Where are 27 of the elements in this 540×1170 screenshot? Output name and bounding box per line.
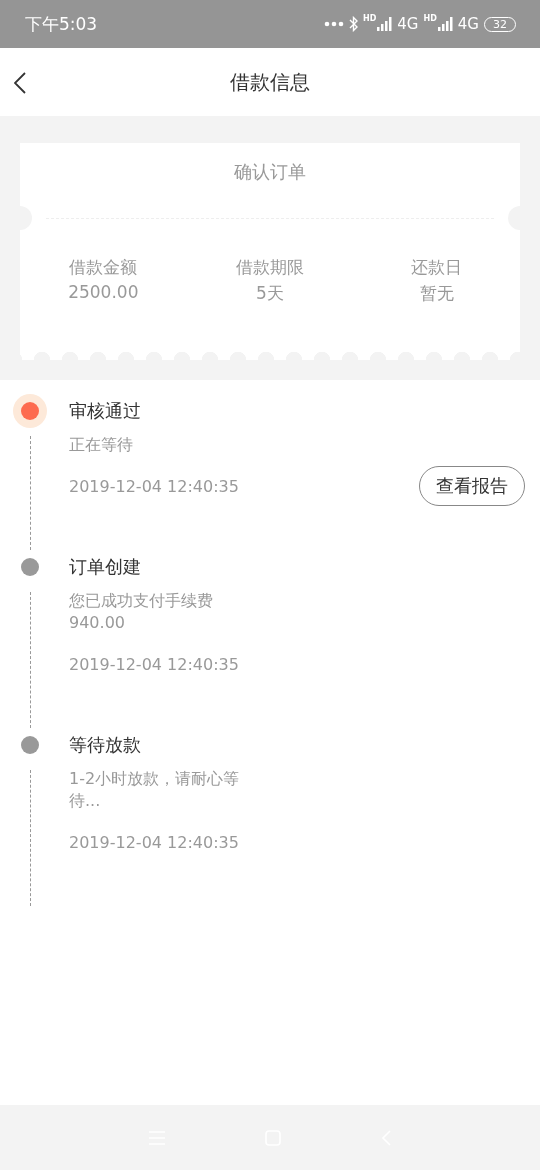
view-report-button[interactable]: 查看报告 [419, 466, 525, 506]
hd-label: HD [362, 15, 377, 23]
step-description: 您已成功支付手续费940.00 [69, 590, 214, 634]
bluetooth-icon [348, 16, 358, 32]
step-title: 订单创建 [69, 555, 142, 579]
step-time: 2019-12-04 12:40:35 [69, 654, 239, 674]
network-type: 4G [457, 15, 479, 33]
page-title: 借款信息 [230, 68, 310, 96]
step-title: 等待放款 [69, 733, 142, 757]
signal-icon [377, 17, 394, 31]
step-title: 审核通过 [69, 399, 142, 423]
step-time: 2019-12-04 12:40:35 [69, 476, 239, 496]
field-value: 5天 [256, 282, 284, 305]
field-label: 借款期限 [236, 256, 304, 279]
field-label: 还款日 [411, 256, 463, 279]
step-time: 2019-12-04 12:40:35 [69, 832, 239, 852]
field-value: 2500.00 [68, 282, 139, 302]
field-value: 暂无 [419, 282, 454, 305]
signal-icon [437, 17, 454, 31]
ticket-title: 确认订单 [233, 160, 307, 184]
more-icon [323, 21, 344, 27]
field-label: 借款金额 [69, 256, 138, 279]
step-description: 正在等待 [69, 434, 134, 456]
hd-label: HD [423, 15, 437, 23]
network-type: 4G [397, 15, 419, 33]
status-time: 下午5:03 [25, 12, 98, 36]
step-description: 1-2小时放款，请耐心等待... [69, 768, 241, 812]
